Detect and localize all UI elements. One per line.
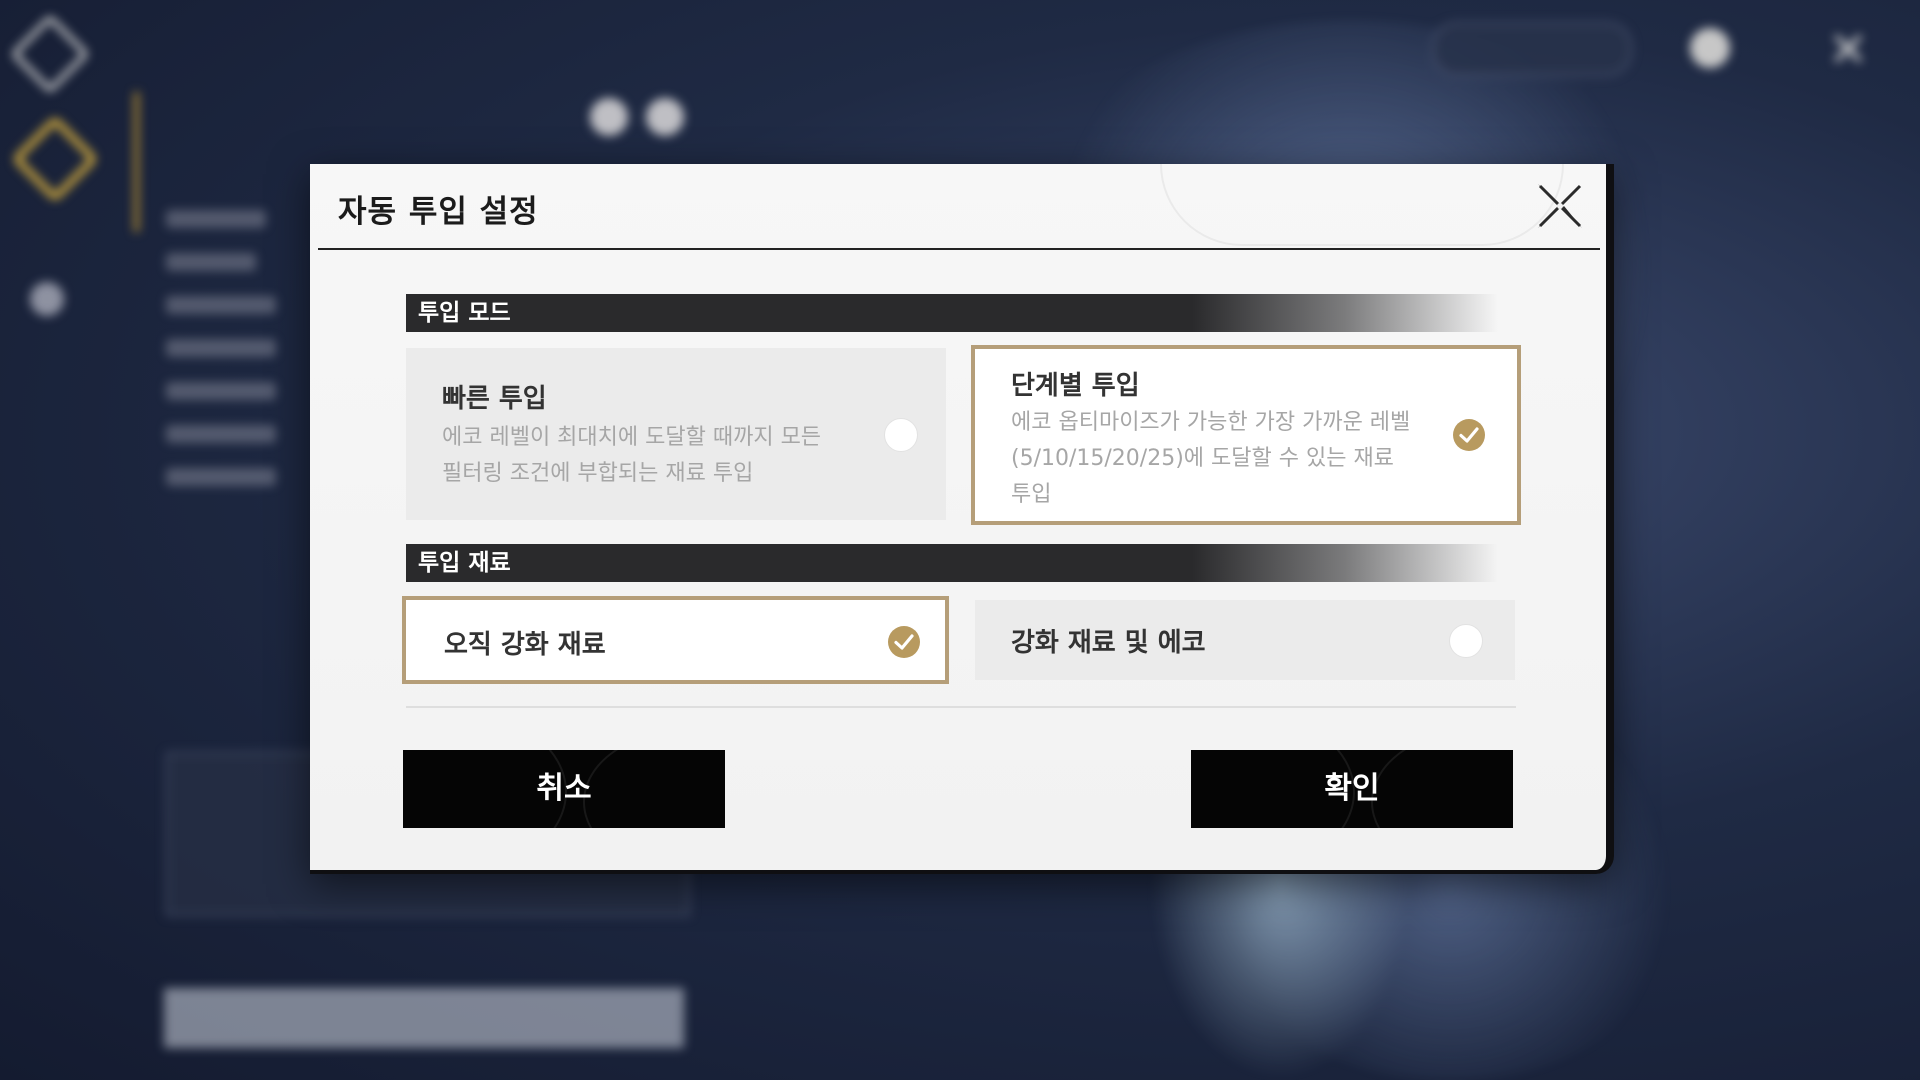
game-logo-icon (10, 14, 90, 94)
check-circle-icon[interactable] (1453, 419, 1485, 451)
sidebar-icon (30, 282, 64, 316)
radio-unchecked-icon[interactable] (1449, 624, 1483, 658)
stepwise-input-option[interactable]: 단계별 투입 에코 옵티마이즈가 가능한 가장 가까운 레벨 (5/10/15/… (971, 345, 1521, 525)
confirm-button[interactable]: 확인 (1191, 750, 1513, 828)
background-list (166, 210, 326, 511)
option-description: 에코 옵티마이즈가 가능한 가장 가까운 레벨 (5/10/15/20/25)에… (1011, 410, 1411, 507)
section-divider (406, 706, 1516, 708)
close-x-icon (1538, 184, 1582, 228)
enhancement-material-only-option[interactable]: 오직 강화 재료 (402, 596, 949, 684)
echo-category-icon (11, 115, 99, 203)
info-icon (1690, 28, 1730, 68)
enhance-button-bg (164, 988, 684, 1048)
fast-input-option[interactable]: 빠른 투입 에코 레벨이 최대치에 도달할 때까지 모든 필터링 조건에 부합되… (406, 348, 946, 520)
radio-unchecked-icon[interactable] (884, 418, 918, 452)
material-section-header: 투입 재료 (406, 544, 1498, 582)
sort-icon (646, 98, 684, 136)
cancel-button[interactable]: 취소 (403, 750, 725, 828)
title-divider (318, 248, 1600, 250)
close-screen-icon: ✕ (1828, 22, 1869, 78)
currency-display (1432, 22, 1632, 76)
dialog-title: 자동 투입 설정 (338, 194, 539, 230)
material-and-echo-option[interactable]: 강화 재료 및 에코 (975, 600, 1515, 680)
close-button[interactable] (1532, 178, 1588, 234)
option-title: 빠른 투입 (442, 384, 547, 414)
filter-icon (590, 98, 628, 136)
mode-section-header: 투입 모드 (406, 294, 1498, 332)
option-title: 단계별 투입 (1011, 371, 1140, 401)
option-title: 강화 재료 및 에코 (1011, 628, 1206, 658)
auto-input-settings-dialog: 자동 투입 설정 투입 모드 빠른 투입 에코 레벨이 최대치에 도달할 때까지… (310, 164, 1614, 874)
check-circle-icon[interactable] (888, 626, 920, 658)
option-description: 에코 레벨이 최대치에 도달할 때까지 모든 필터링 조건에 부합되는 재료 투… (442, 425, 822, 486)
option-title: 오직 강화 재료 (444, 630, 606, 660)
